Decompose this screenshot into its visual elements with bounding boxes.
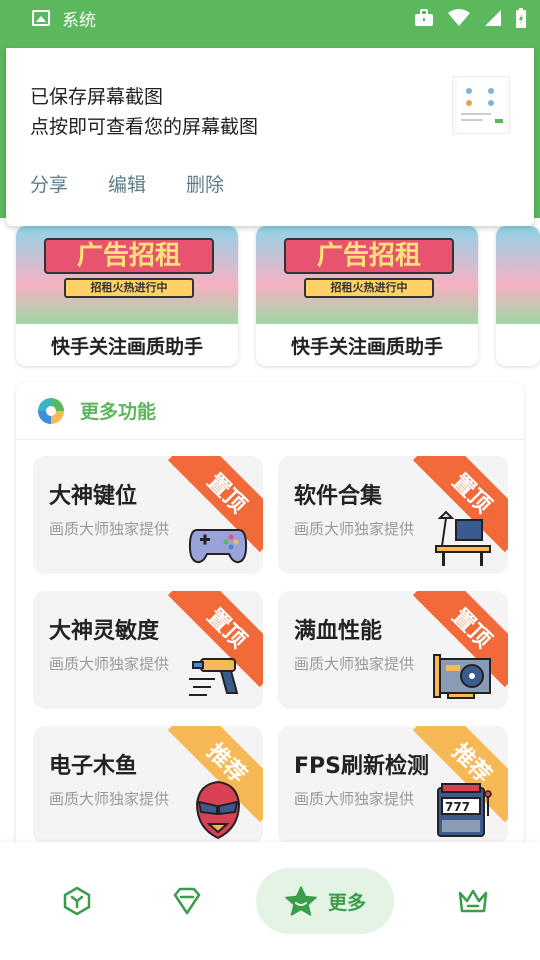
tile-subtitle: 画质大师独家提供: [294, 790, 415, 808]
diamond-icon: [173, 887, 201, 915]
ad-subtitle: 招租火热进行中: [64, 278, 194, 298]
tile-wooden-fish[interactable]: 电子木鱼 画质大师独家提供 推荐: [33, 726, 263, 844]
banner-caption: 快手关注画质助手: [290, 335, 443, 358]
image-icon: [32, 10, 50, 26]
superhero-mask-icon: [195, 780, 241, 840]
tile-gamepad-keys[interactable]: 大神键位 画质大师独家提供 置顶: [33, 456, 263, 574]
tile-title: FPS刷新检测: [294, 754, 429, 779]
tile-title: 满血性能: [294, 619, 383, 644]
nav-item-more[interactable]: 更多: [256, 868, 394, 934]
notification-text: 点按即可查看您的屏幕截图: [30, 116, 259, 138]
nav-item-vip[interactable]: [440, 868, 506, 934]
tile-subtitle: 画质大师独家提供: [49, 655, 170, 673]
tile-sensitivity[interactable]: 大神灵敏度 画质大师独家提供 置顶: [33, 591, 263, 709]
ad-title: 广告招租: [284, 238, 454, 274]
svg-text:777: 777: [445, 800, 470, 814]
status-bar: 系统: [0, 0, 540, 48]
notification-actions: 分享 编辑 删除: [30, 170, 224, 197]
ad-banner-image: 广告招租 招租火热进行中: [256, 226, 478, 324]
crown-icon: [458, 889, 488, 913]
battery-icon: [516, 8, 526, 28]
star-icon: [285, 886, 317, 916]
notification-title: 已保存屏幕截图: [30, 86, 164, 108]
app-logo-icon: [38, 397, 64, 424]
tile-title: 软件合集: [294, 484, 383, 509]
more-functions-card: 更多功能 大神键位 画质大师独家提供 置顶 软件合集 画质大师独家提供 置顶 大…: [16, 382, 524, 852]
graphics-card-icon: [433, 654, 491, 699]
status-bar-app: 系统: [32, 6, 96, 31]
nav-item-home[interactable]: [44, 868, 110, 934]
desk-lamp-icon: [435, 510, 491, 566]
tile-subtitle: 画质大师独家提供: [49, 520, 170, 538]
edit-button[interactable]: 编辑: [108, 170, 146, 197]
signal-icon: [485, 10, 501, 26]
gamepad-icon: [188, 529, 248, 564]
banner-caption: 快手关注画质助手: [50, 335, 203, 358]
ad-banner[interactable]: 广告招租 招租火热进行中 快手关注画质助手: [256, 226, 478, 366]
slot-machine-icon: 777: [437, 783, 492, 837]
tile-full-performance[interactable]: 满血性能 画质大师独家提供 置顶: [278, 591, 508, 709]
tile-title: 大神键位: [49, 484, 138, 509]
screenshot-thumbnail[interactable]: [452, 76, 510, 134]
screenshot-notification[interactable]: 已保存屏幕截图 点按即可查看您的屏幕截图 分享 编辑 删除: [6, 48, 534, 226]
tile-title: 大神灵敏度: [49, 619, 160, 644]
briefcase-icon: [415, 9, 433, 26]
tile-subtitle: 画质大师独家提供: [294, 520, 415, 538]
more-functions-header: 更多功能: [16, 382, 524, 440]
status-bar-app-name: 系统: [62, 10, 96, 31]
delete-button[interactable]: 删除: [186, 170, 224, 197]
ad-title: 广告招租: [44, 238, 214, 274]
status-bar-icons: [414, 8, 526, 28]
ad-banner-image: [496, 226, 540, 324]
ad-banner[interactable]: 广告招租 招租火热进行中 快手关注画质助手: [16, 226, 238, 366]
share-button[interactable]: 分享: [30, 170, 68, 197]
bottom-navigation: 更多: [0, 842, 540, 960]
nav-item-more-label: 更多: [327, 891, 366, 914]
tile-software-collection[interactable]: 软件合集 画质大师独家提供 置顶: [278, 456, 508, 574]
ad-subtitle: 招租火热进行中: [304, 278, 434, 298]
tile-title: 电子木鱼: [49, 754, 138, 779]
tile-subtitle: 画质大师独家提供: [294, 655, 415, 673]
tile-fps-refresh-test[interactable]: FPS刷新检测 画质大师独家提供 推荐 777: [278, 726, 508, 844]
nav-item-diamond[interactable]: [154, 868, 220, 934]
ad-banner-partial[interactable]: [496, 226, 540, 366]
blaster-icon: [189, 658, 239, 696]
ad-banner-image: 广告招租 招租火热进行中: [16, 226, 238, 324]
hexagon-icon: [63, 886, 91, 916]
tile-subtitle: 画质大师独家提供: [49, 790, 170, 808]
wifi-icon: [448, 9, 470, 26]
more-functions-title: 更多功能: [80, 401, 157, 423]
